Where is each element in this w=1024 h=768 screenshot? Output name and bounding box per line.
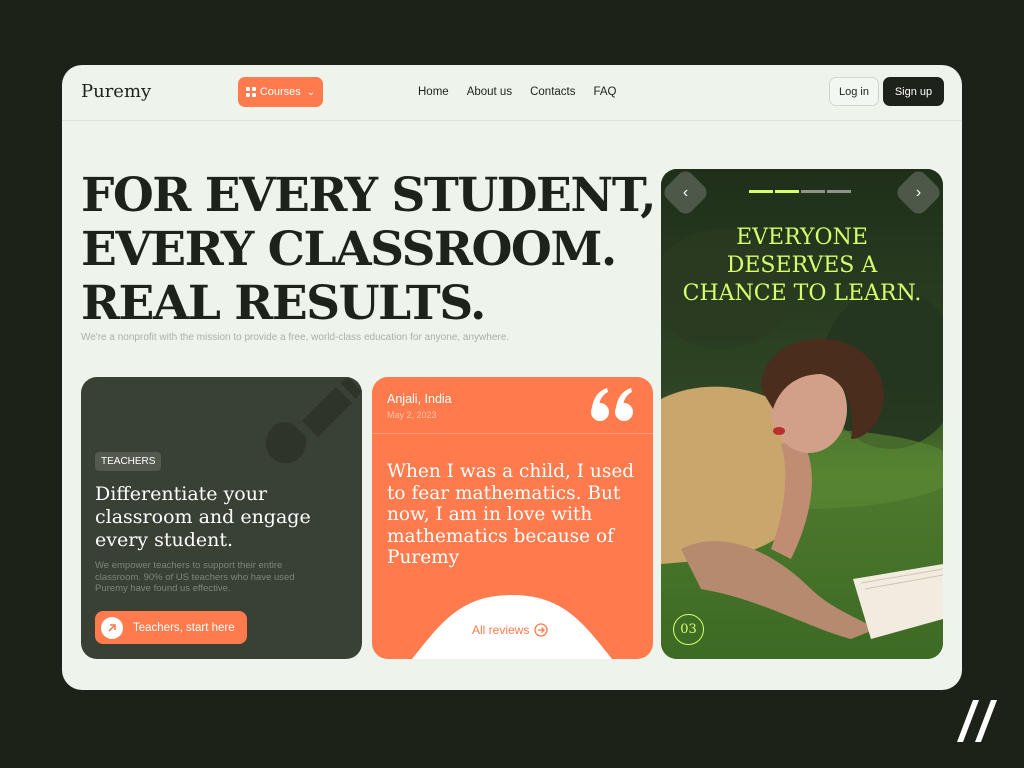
logo[interactable]: Puremy bbox=[81, 81, 151, 102]
teachers-heading: Differentiate your classroom and engage … bbox=[95, 483, 311, 551]
teachers-tag: TEACHERS bbox=[95, 452, 162, 471]
all-reviews-label: All reviews bbox=[472, 623, 530, 637]
nav-link-about[interactable]: About us bbox=[467, 86, 512, 98]
slide-headline: EVERYONE DESERVES A CHANCE TO LEARN. bbox=[682, 225, 922, 306]
slider-progress-segment[interactable] bbox=[749, 190, 773, 193]
teachers-card: TEACHERS Differentiate your classroom an… bbox=[81, 377, 362, 659]
all-reviews-link[interactable]: All reviews bbox=[472, 623, 549, 637]
hero-title-line: REAL RESULTS. bbox=[81, 276, 486, 331]
reviewer-name: Anjali, India bbox=[387, 392, 452, 406]
quote-icon bbox=[591, 388, 633, 421]
page-frame: Puremy Courses ⌄ Home About us Contacts … bbox=[62, 65, 962, 690]
review-date: May 2, 2023 bbox=[387, 410, 437, 420]
slider-progress-segment[interactable] bbox=[827, 190, 851, 193]
chevron-right-icon: › bbox=[915, 183, 922, 201]
pencil-icon bbox=[266, 377, 362, 464]
slider-progress bbox=[749, 190, 851, 193]
arrow-right-circle-icon bbox=[534, 623, 549, 637]
teachers-description: We empower teachers to support their ent… bbox=[95, 560, 295, 594]
slide-index: 03 bbox=[673, 614, 704, 645]
brand-logo bbox=[957, 700, 997, 742]
hero-title: FOR EVERY STUDENT, EVERY CLASSROOM. REAL… bbox=[81, 169, 661, 331]
hero-image-slider: ‹ › EVERYONE DESERVES A CHANCE TO LEARN.… bbox=[661, 169, 943, 659]
hero-title-line: FOR EVERY STUDENT, bbox=[81, 168, 657, 223]
review-card: Anjali, India May 2, 2023 When I was a c… bbox=[372, 377, 653, 659]
courses-button[interactable]: Courses ⌄ bbox=[238, 77, 323, 107]
teachers-start-button[interactable]: Teachers, start here bbox=[95, 611, 247, 644]
login-button[interactable]: Log in bbox=[829, 77, 879, 106]
arrow-up-right-icon bbox=[101, 616, 123, 639]
top-nav: Puremy Courses ⌄ Home About us Contacts … bbox=[62, 65, 962, 121]
review-divider bbox=[372, 433, 653, 434]
hero-title-line: EVERY CLASSROOM. bbox=[81, 222, 617, 277]
hero-subtitle: We're a nonprofit with the mission to pr… bbox=[81, 332, 510, 343]
review-text: When I was a child, I used to fear mathe… bbox=[387, 461, 635, 568]
grid-icon bbox=[245, 87, 256, 97]
courses-label: Courses bbox=[259, 86, 301, 98]
signup-button[interactable]: Sign up bbox=[883, 77, 944, 106]
nav-links: Home About us Contacts FAQ bbox=[418, 86, 617, 98]
slider-progress-segment[interactable] bbox=[775, 190, 799, 193]
chevron-left-icon: ‹ bbox=[682, 183, 689, 201]
nav-link-faq[interactable]: FAQ bbox=[593, 86, 616, 98]
teachers-start-label: Teachers, start here bbox=[133, 621, 235, 634]
nav-link-contacts[interactable]: Contacts bbox=[530, 86, 575, 98]
chevron-down-icon: ⌄ bbox=[306, 86, 316, 98]
nav-link-home[interactable]: Home bbox=[418, 86, 449, 98]
slider-progress-segment[interactable] bbox=[801, 190, 825, 193]
